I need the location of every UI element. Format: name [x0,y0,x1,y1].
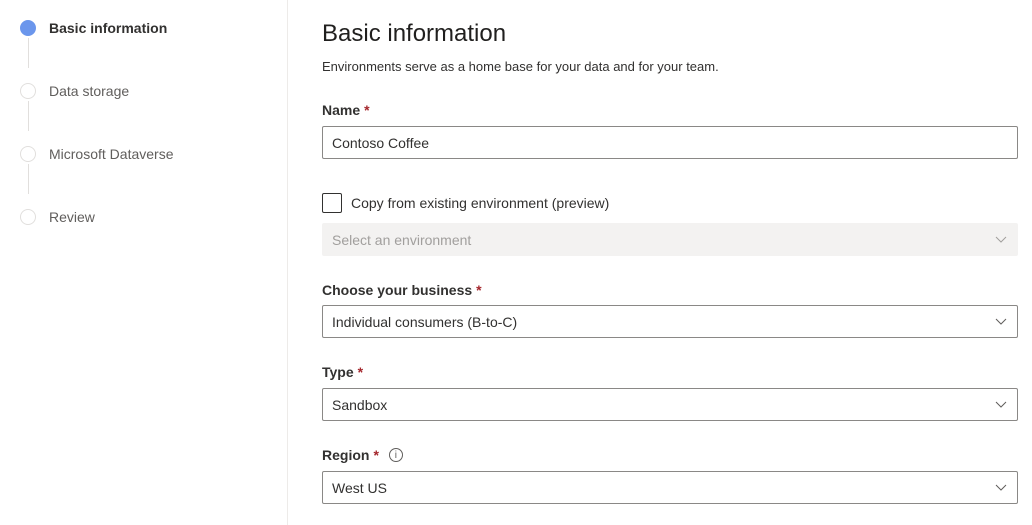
info-icon[interactable]: i [388,448,403,462]
copy-environment-checkbox[interactable]: Copy from existing environment (preview) [322,193,609,213]
chevron-down-icon [995,484,1007,491]
step-label: Microsoft Dataverse [49,146,174,162]
step-circle-icon [20,83,36,99]
step-basic-information[interactable]: Basic information [20,20,167,36]
step-connector [28,164,29,194]
chevron-down-icon [995,401,1007,408]
type-label: Type * [322,364,364,380]
step-active-icon [20,20,36,36]
region-select[interactable]: West US [322,471,1018,504]
name-input[interactable]: Contoso Coffee [322,126,1018,159]
step-connector [28,101,29,131]
step-label: Basic information [49,20,168,36]
region-label: Region * i [322,447,403,463]
checkbox-icon[interactable] [322,193,342,213]
page-title: Basic information [322,20,507,47]
chevron-down-icon [995,236,1007,243]
environment-select: Select an environment [322,223,1018,256]
step-label: Review [49,209,95,225]
step-circle-icon [20,209,36,225]
step-label: Data storage [49,83,130,99]
step-data-storage[interactable]: Data storage [20,83,129,99]
step-microsoft-dataverse[interactable]: Microsoft Dataverse [20,146,173,162]
type-select[interactable]: Sandbox [322,388,1018,421]
chevron-down-icon [995,318,1007,325]
step-review[interactable]: Review [20,209,95,225]
name-label: Name * [322,102,370,118]
page-subtitle: Environments serve as a home base for yo… [322,59,719,74]
business-label: Choose your business * [322,282,482,298]
step-connector [28,38,29,68]
wizard-steps: Basic information Data storage Microsoft… [0,0,288,525]
business-select[interactable]: Individual consumers (B-to-C) [322,305,1018,338]
step-circle-icon [20,146,36,162]
